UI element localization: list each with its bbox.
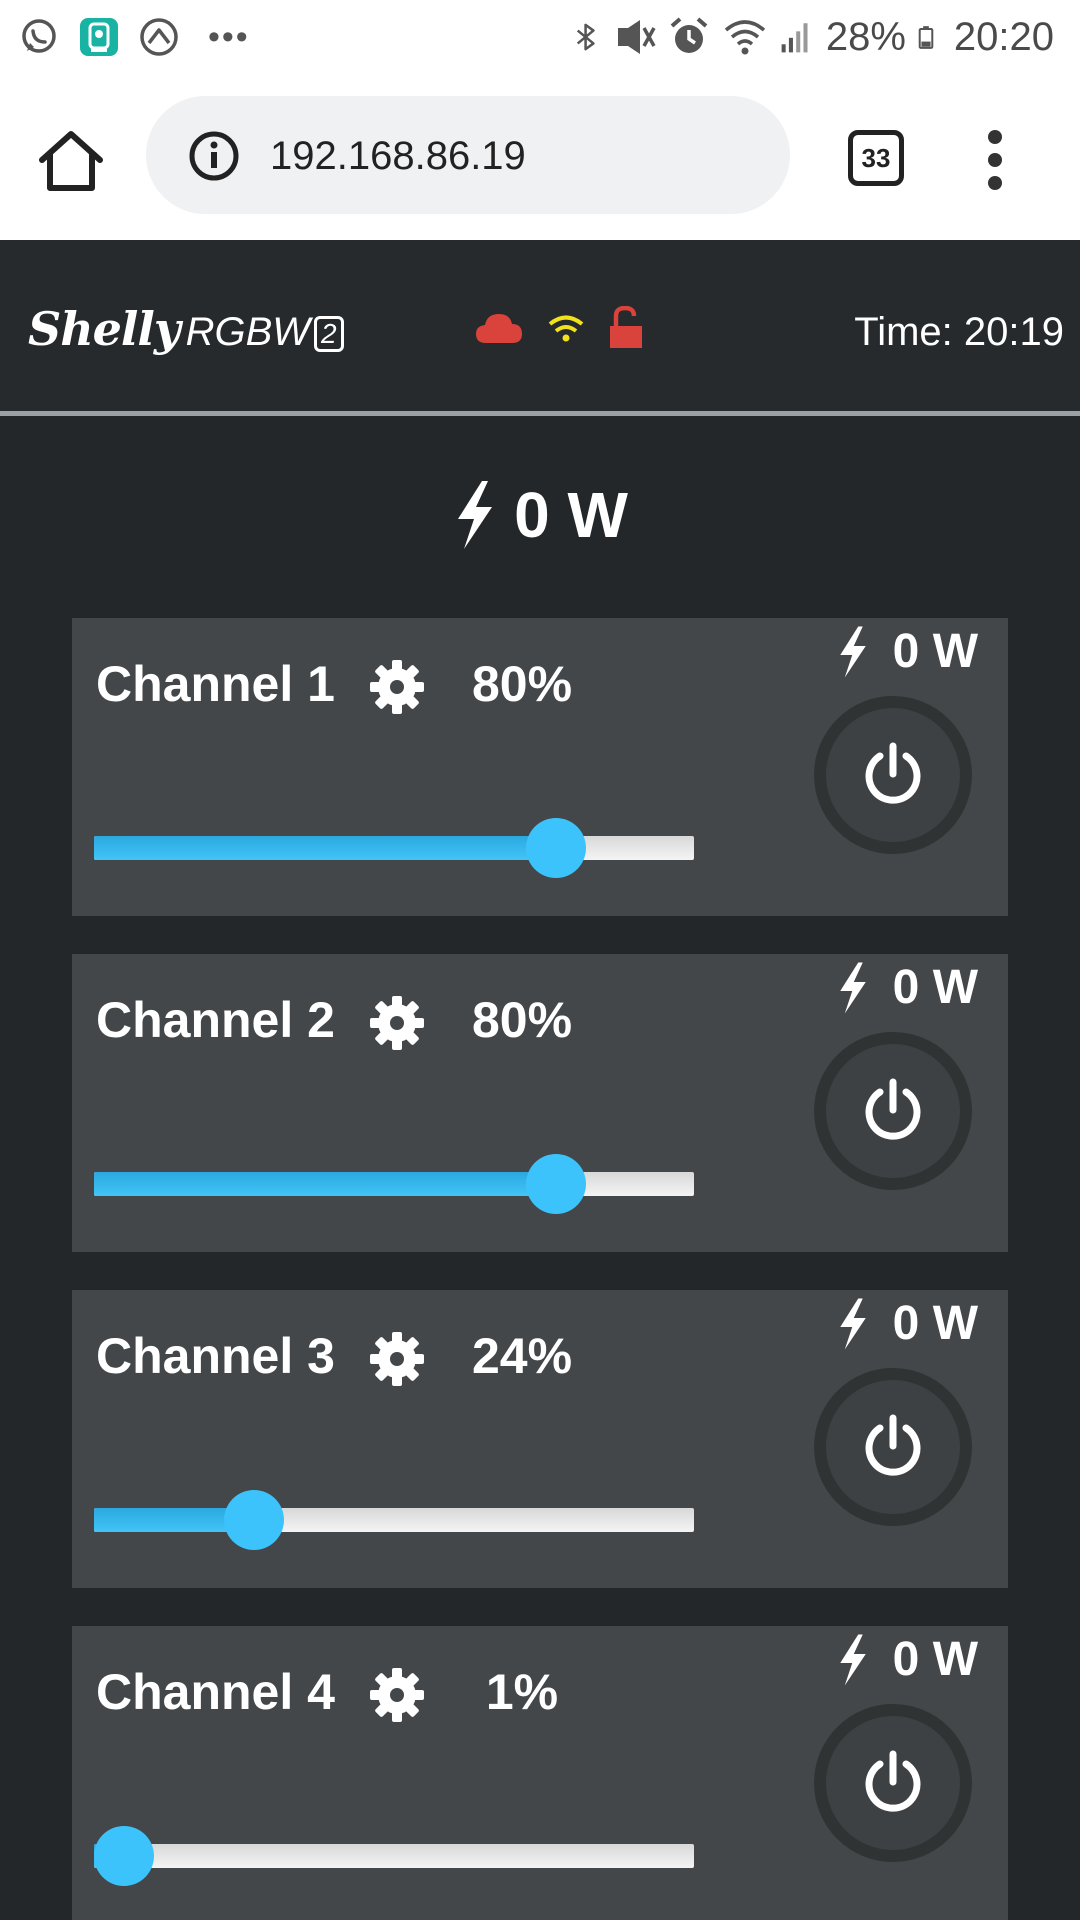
lightning-icon <box>839 626 866 677</box>
logo-model-suffix: 2 <box>314 316 344 353</box>
app-header: Shelly RGBW 2 Time: 20:19 <box>0 240 1080 416</box>
channel-name: Channel 3 <box>96 1328 335 1384</box>
channel-power-value: 0 W <box>892 1297 978 1350</box>
slider-thumb[interactable] <box>526 1154 586 1214</box>
channel-power: 0 W <box>835 624 978 679</box>
bluetooth-icon <box>576 23 595 51</box>
slider-thumb[interactable] <box>526 818 586 878</box>
channel-brightness-value: 80% <box>471 992 573 1048</box>
device-time: Time: 20:19 <box>854 310 1064 354</box>
lightning-icon <box>839 962 866 1013</box>
channel-card-1: Channel 1 80% 0 W <box>72 618 1008 916</box>
brightness-slider[interactable] <box>94 1826 694 1886</box>
wifi-status-icon <box>548 315 584 342</box>
channel-name: Channel 1 <box>96 656 335 712</box>
url-text[interactable]: 192.168.86.19 <box>270 130 526 182</box>
channel-card-4: Channel 4 1% 0 W <box>72 1626 1008 1920</box>
lightning-icon <box>839 1298 866 1349</box>
gear-icon[interactable] <box>368 994 426 1052</box>
more-notifications-icon: ••• <box>208 17 250 56</box>
power-icon <box>865 1414 921 1476</box>
channel-power: 0 W <box>835 960 978 1015</box>
lightning-icon <box>458 481 493 549</box>
alarm-icon <box>670 17 708 53</box>
slider-thumb[interactable] <box>224 1490 285 1550</box>
gear-icon[interactable] <box>368 1666 426 1724</box>
tab-switcher-button[interactable]: 33 <box>848 130 904 186</box>
unlocked-icon <box>610 306 642 348</box>
brightness-slider[interactable] <box>94 1154 694 1214</box>
home-icon[interactable] <box>36 126 106 196</box>
channel-power-value: 0 W <box>892 625 978 678</box>
brightness-slider[interactable] <box>94 1490 694 1550</box>
mute-icon <box>617 20 656 54</box>
whatsapp-icon <box>22 19 56 53</box>
camera-app-icon <box>80 18 118 56</box>
channel-power-value: 0 W <box>892 1633 978 1686</box>
wifi-icon <box>724 20 765 55</box>
power-icon <box>865 1078 921 1140</box>
cloud-icon <box>476 314 522 343</box>
logo-model-text: RGBW <box>185 310 311 354</box>
signal-icon <box>781 23 808 53</box>
battery-icon <box>918 26 934 49</box>
channel-name: Channel 4 <box>96 1664 335 1720</box>
power-toggle-button[interactable] <box>814 696 972 854</box>
navigation-icon <box>140 18 178 56</box>
channel-card-3: Channel 3 24% 0 W <box>72 1290 1008 1588</box>
browser-toolbar: 192.168.86.19 33 <box>0 74 1080 240</box>
channel-brightness-value: 24% <box>471 1328 573 1384</box>
brightness-slider[interactable] <box>94 818 694 878</box>
battery-percent: 28% <box>825 14 906 59</box>
clock: 20:20 <box>953 14 1054 59</box>
total-power: 0 W <box>0 478 1080 552</box>
logo-brand: Shelly <box>28 302 181 356</box>
address-bar[interactable]: 192.168.86.19 <box>146 96 790 214</box>
logo-model: RGBW 2 <box>186 310 344 355</box>
site-info-icon[interactable] <box>188 130 240 182</box>
power-toggle-button[interactable] <box>814 1704 972 1862</box>
total-power-value: 0 W <box>514 479 628 551</box>
status-bar: ••• 28% 20:20 <box>0 0 1080 74</box>
slider-fill <box>94 836 556 860</box>
shelly-logo: Shelly RGBW 2 <box>28 302 344 362</box>
browser-menu-icon[interactable] <box>970 126 1022 194</box>
gear-icon[interactable] <box>368 658 426 716</box>
channel-name: Channel 2 <box>96 992 335 1048</box>
channel-power: 0 W <box>835 1296 978 1351</box>
power-icon <box>865 742 921 804</box>
gear-icon[interactable] <box>368 1330 426 1388</box>
lightning-icon <box>839 1634 866 1685</box>
channel-power: 0 W <box>835 1632 978 1687</box>
channel-brightness-value: 80% <box>471 656 573 712</box>
slider-fill <box>94 1172 556 1196</box>
power-icon <box>865 1750 921 1812</box>
channel-power-value: 0 W <box>892 961 978 1014</box>
slider-thumb[interactable] <box>94 1826 154 1886</box>
channel-brightness-value: 1% <box>485 1664 559 1720</box>
power-toggle-button[interactable] <box>814 1368 972 1526</box>
channel-card-2: Channel 2 80% 0 W <box>72 954 1008 1252</box>
power-toggle-button[interactable] <box>814 1032 972 1190</box>
